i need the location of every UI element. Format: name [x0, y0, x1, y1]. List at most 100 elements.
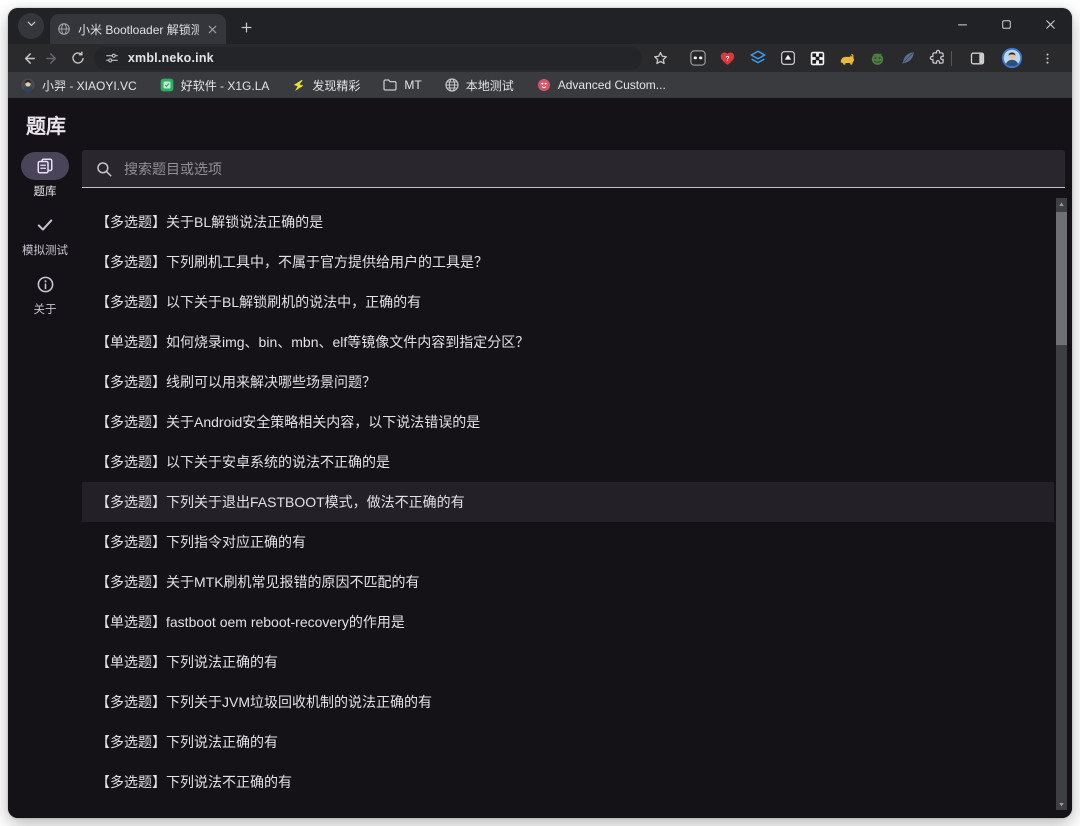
sidebar-item-library[interactable]: 题库 [21, 152, 69, 199]
bookmark-label: MT [404, 78, 422, 92]
bookmark-item[interactable]: Advanced Custom... [536, 77, 666, 93]
library-icon [36, 157, 54, 175]
person-avatar-icon [20, 77, 36, 93]
tab-title: 小米 Bootloader 解锁测试 - 题 [78, 22, 199, 37]
tampermonkey-icon[interactable] [687, 48, 708, 69]
extensions-cluster: ? [687, 48, 948, 69]
back-arrow-icon [20, 50, 37, 67]
site-settings-tune-icon[interactable] [105, 51, 119, 65]
forward-arrow-icon [44, 50, 61, 67]
lightning-icon [291, 78, 306, 93]
folder-icon [382, 77, 398, 93]
sidebar-item-check[interactable]: 模拟测试 [21, 211, 69, 258]
tab-favicon-globe-icon [57, 22, 71, 36]
checker-icon[interactable] [807, 48, 828, 69]
bookmark-item[interactable]: MT [382, 77, 422, 93]
chevron-down-icon [25, 17, 38, 35]
side-panel-button[interactable] [964, 46, 990, 70]
sidebar-nav: 题库 模拟测试 关于 [8, 152, 82, 317]
svg-text:?: ? [725, 55, 729, 62]
search-input[interactable] [124, 160, 1052, 177]
sidebar-item-info[interactable]: 关于 [21, 270, 69, 317]
question-row[interactable]: 【单选题】fastboot oem reboot-recovery的作用是 [82, 602, 1054, 642]
question-row[interactable]: 【多选题】以下关于BL解锁刷机的说法中，正确的有 [82, 282, 1054, 322]
question-row[interactable]: 【多选题】下列关于JVM垃圾回收机制的说法正确的有 [82, 682, 1054, 722]
question-row[interactable]: 【多选题】关于MTK刷机常见报错的原因不匹配的有 [82, 562, 1054, 602]
triangle-box-icon[interactable] [777, 48, 798, 69]
green-creature-icon[interactable] [867, 48, 888, 69]
question-row[interactable]: 【多选题】关于Android安全策略相关内容，以下说法错误的是 [82, 402, 1054, 442]
broken-heart-icon[interactable]: ? [717, 48, 738, 69]
page-title: 题库 [26, 116, 66, 138]
browser-toolbar: xmbl.neko.ink ? [8, 44, 1072, 72]
bookmark-item[interactable]: 本地测试 [444, 77, 514, 94]
search-bar[interactable] [82, 150, 1065, 188]
minimize-icon [955, 17, 970, 32]
scroll-up-icon[interactable] [1056, 198, 1067, 210]
question-list-wrap: 【多选题】关于BL解锁说法正确的是 【多选题】下列刷机工具中，不属于官方提供给用户… [82, 198, 1067, 810]
profile-avatar-button[interactable] [999, 46, 1025, 70]
toolbar-divider [951, 50, 953, 66]
star-icon [652, 50, 669, 67]
bookmark-item[interactable]: 小羿 - XIAOYI.VC [20, 77, 137, 94]
tab-search-button[interactable] [18, 13, 44, 39]
forward-button[interactable] [41, 46, 66, 70]
side-panel-icon [969, 50, 986, 67]
refresh-icon [70, 50, 86, 66]
bookmark-label: 好软件 - X1G.LA [180, 78, 270, 93]
yellow-cat-icon[interactable] [837, 48, 858, 69]
question-row[interactable]: 【多选题】关于BL解锁说法正确的是 [82, 202, 1054, 242]
question-row[interactable]: 【单选题】如何烧录img、bin、mbn、elf等镜像文件内容到指定分区？ [82, 322, 1054, 362]
maximize-button[interactable] [984, 10, 1028, 38]
question-row[interactable]: 【多选题】下列刷机工具中，不属于官方提供给用户的工具是？ [82, 242, 1054, 282]
check-icon [35, 215, 55, 235]
close-icon [1043, 17, 1058, 32]
bookmark-label: 本地测试 [465, 78, 514, 93]
feather-icon[interactable] [897, 48, 918, 69]
browser-menu-button[interactable] [1034, 46, 1060, 70]
globe-icon [444, 77, 460, 93]
bookmark-label: 发现精彩 [312, 78, 361, 93]
question-list: 【多选题】关于BL解锁说法正确的是 【多选题】下列刷机工具中，不属于官方提供给用户… [82, 198, 1054, 810]
info-icon [36, 275, 55, 294]
close-button[interactable] [1028, 10, 1072, 38]
search-icon [95, 160, 113, 178]
tab-strip: 小米 Bootloader 解锁测试 - 题 [8, 8, 1072, 44]
nav-pill [21, 152, 69, 180]
bookmark-item[interactable]: 发现精彩 [291, 77, 360, 94]
scrollbar[interactable] [1056, 198, 1067, 810]
minimize-button[interactable] [940, 10, 984, 38]
bookmark-star-button[interactable] [648, 46, 673, 70]
kebab-menu-icon [1040, 51, 1055, 66]
question-row[interactable]: 【多选题】线刷可以用来解决哪些场景问题？ [82, 362, 1054, 402]
green-app-icon [159, 77, 175, 93]
question-row[interactable]: 【多选题】下列指令对应正确的有 [82, 522, 1054, 562]
stylus-layers-icon[interactable] [747, 48, 768, 69]
bookmark-label: 小羿 - XIAOYI.VC [42, 78, 137, 93]
back-button[interactable] [16, 46, 41, 70]
maximize-icon [1000, 18, 1013, 31]
scroll-down-icon[interactable] [1056, 798, 1067, 810]
sidebar-item-label: 关于 [33, 304, 57, 316]
question-row[interactable]: 【多选题】下列关于退出FASTBOOT模式，做法不正确的有 [82, 482, 1054, 522]
profile-avatar-icon [1001, 47, 1023, 69]
question-row[interactable]: 【单选题】下列说法正确的有 [82, 642, 1054, 682]
bookmark-item[interactable]: 好软件 - X1G.LA [159, 77, 270, 94]
page-content: 题库 题库模拟测试关于 【多选题】关于BL解锁说法正确的是【多选题】下列刷机工具… [8, 98, 1072, 818]
question-row[interactable]: 【多选题】下列说法不正确的有 [82, 762, 1054, 802]
question-row[interactable]: 【多选题】下列说法正确的有 [82, 722, 1054, 762]
scrollbar-thumb[interactable] [1056, 212, 1067, 345]
question-row[interactable]: 【多选题】以下关于安卓系统的说法不正确的是 [82, 442, 1054, 482]
tab-active[interactable]: 小米 Bootloader 解锁测试 - 题 [50, 14, 226, 44]
tab-close-icon[interactable] [206, 23, 219, 36]
browser-window: 小米 Bootloader 解锁测试 - 题 xmbl.neko.ink ? [8, 8, 1072, 818]
window-controls [940, 10, 1072, 38]
toolbar-right-cluster [948, 46, 1064, 70]
address-bar[interactable]: xmbl.neko.ink [93, 46, 643, 70]
refresh-button[interactable] [65, 46, 90, 70]
new-tab-button[interactable] [233, 14, 259, 40]
puzzle-icon[interactable] [927, 48, 948, 69]
sidebar-item-label: 题库 [33, 186, 57, 198]
plus-icon [239, 20, 254, 35]
url-text: xmbl.neko.ink [127, 51, 214, 65]
